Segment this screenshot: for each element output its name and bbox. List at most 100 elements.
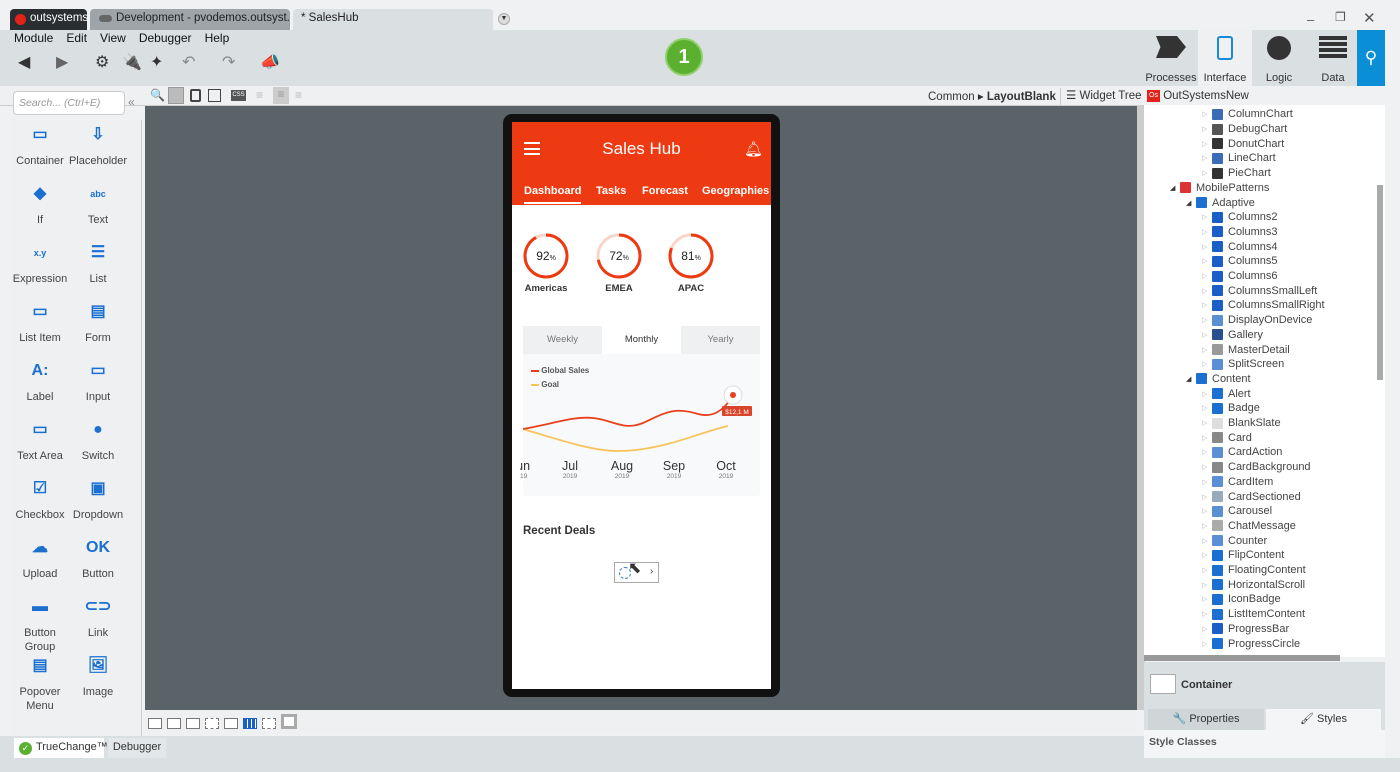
tree-node-iconbadge[interactable]: ▷ IconBadge [1202,592,1281,607]
tree-node-columnssmallleft[interactable]: ▷ ColumnsSmallLeft [1202,283,1317,298]
expand-arrow-icon[interactable]: ▷ [1202,478,1212,486]
tree-node-piechart[interactable]: ▷ PieChart [1202,166,1271,181]
expand-arrow-icon[interactable]: ▷ [1202,448,1212,456]
palette-item-image[interactable]: 🖼 Image [68,651,128,699]
zoom-icon[interactable]: 🔍 [150,88,165,102]
tree-node-counter[interactable]: ▷ Counter [1202,533,1267,548]
expand-arrow-icon[interactable]: ▷ [1202,404,1212,412]
tree-node-columnssmallright[interactable]: ▷ ColumnsSmallRight [1202,298,1325,313]
tree-root[interactable]: Os OutSystemsNew [1147,90,1249,102]
menu-view[interactable]: View [100,31,126,45]
tree-node-cardbackground[interactable]: ▷ CardBackground [1202,460,1311,475]
tree-node-columns5[interactable]: ▷ Columns5 [1202,254,1278,269]
layout-tool[interactable] [205,718,219,729]
expand-arrow-icon[interactable]: ▷ [1202,640,1212,648]
collapse-arrow-icon[interactable]: ◢ [1170,184,1180,192]
tree-node-blankslate[interactable]: ▷ BlankSlate [1202,416,1281,431]
tree-node-masterdetail[interactable]: ▷ MasterDetail [1202,342,1290,357]
expand-arrow-icon[interactable]: ▷ [1202,581,1212,589]
expand-arrow-icon[interactable]: ▷ [1202,595,1212,603]
expand-arrow-icon[interactable]: ▷ [1202,625,1212,633]
expand-arrow-icon[interactable]: ▷ [1202,213,1212,221]
expand-arrow-icon[interactable]: ▷ [1202,287,1212,295]
palette-item-button-group[interactable]: ▬ Button Group [10,592,70,654]
settings-icon[interactable]: ⚙ [95,52,109,72]
period-yearly[interactable]: Yearly [681,326,760,354]
expand-arrow-icon[interactable]: ▷ [1202,140,1212,148]
expand-arrow-icon[interactable]: ▷ [1202,243,1212,251]
palette-item-checkbox[interactable]: ☑ Checkbox [10,474,70,522]
expand-arrow-icon[interactable]: ▷ [1202,331,1212,339]
mode-logic[interactable]: Logic [1252,30,1306,86]
tree-node-columns6[interactable]: ▷ Columns6 [1202,269,1278,284]
tree-node-chatmessage[interactable]: ▷ ChatMessage [1202,519,1296,534]
layout-tool[interactable] [224,718,238,729]
expand-arrow-icon[interactable]: ▷ [1202,566,1212,574]
tree-node-donutchart[interactable]: ▷ DonutChart [1202,136,1284,151]
tab-truechange[interactable]: ✓ TrueChange™ [14,738,108,758]
tree-node-carditem[interactable]: ▷ CardItem [1202,475,1273,490]
expand-arrow-icon[interactable]: ▷ [1202,610,1212,618]
layout-tool[interactable] [262,718,276,729]
tab-forecast[interactable]: Forecast [642,185,688,197]
tree-node-splitscreen[interactable]: ▷ SplitScreen [1202,357,1284,372]
palette-item-list-item[interactable]: ▭ List Item [10,297,70,345]
css-button[interactable]: CSS [231,90,246,101]
tree-node-columnchart[interactable]: ▷ ColumnChart [1202,107,1293,122]
palette-item-container[interactable]: ▭ Container [10,120,70,168]
expand-arrow-icon[interactable]: ▷ [1202,360,1212,368]
palette-item-link[interactable]: ⊂⊃ Link [68,592,128,640]
tree-hscrollbar[interactable] [1144,655,1340,661]
palette-item-text-area[interactable]: ▭ Text Area [10,415,70,463]
search-button[interactable]: ⚲ [1357,30,1385,86]
search-input[interactable]: Search... (Ctrl+E) [13,91,125,115]
columns-tool[interactable] [243,718,257,729]
collapse-arrow-icon[interactable]: ◢ [1186,375,1196,383]
tab-styles[interactable]: 🖌 Styles [1266,709,1381,730]
mode-interface[interactable]: Interface [1198,30,1252,86]
tree-node-adaptive[interactable]: ◢ Adaptive [1186,195,1255,210]
tree-node-cardsectioned[interactable]: ▷ CardSectioned [1202,489,1301,504]
expand-arrow-icon[interactable]: ▷ [1202,390,1212,398]
tree-node-card[interactable]: ▷ Card [1202,430,1252,445]
tab-saleshub[interactable]: * SalesHub [293,9,493,30]
tree-node-progressbar[interactable]: ▷ ProgressBar [1202,622,1289,637]
expand-arrow-icon[interactable]: ▷ [1202,110,1212,118]
expand-arrow-icon[interactable]: ▷ [1202,493,1212,501]
align-right-button[interactable]: ≡ [295,88,302,102]
widget-tree-button[interactable]: ☰ Widget Tree [1060,88,1142,106]
tree-node-horizontalscroll[interactable]: ▷ HorizontalScroll [1202,577,1305,592]
tree-node-mobilepatterns[interactable]: ◢ MobilePatterns [1170,181,1269,196]
expand-arrow-icon[interactable]: ▷ [1202,346,1212,354]
expand-arrow-icon[interactable]: ▷ [1202,551,1212,559]
tree-node-columns2[interactable]: ▷ Columns2 [1202,210,1278,225]
palette-item-label[interactable]: A: Label [10,356,70,404]
tree-node-badge[interactable]: ▷ Badge [1202,401,1260,416]
tab-geographies[interactable]: Geographies [702,185,769,197]
tree-node-flipcontent[interactable]: ▷ FlipContent [1202,548,1284,563]
tree-node-content[interactable]: ◢ Content [1186,372,1251,387]
layout-tool[interactable] [281,714,297,729]
puzzle-icon[interactable]: ✦ [150,52,163,72]
period-monthly[interactable]: Monthly [602,326,681,354]
close-button[interactable]: ✕ [1363,9,1376,27]
tree-node-gallery[interactable]: ▷ Gallery [1202,328,1263,343]
megaphone-icon[interactable]: 📣 [260,52,280,72]
menu-debugger[interactable]: Debugger [139,31,192,45]
collapse-palette-button[interactable]: « [128,95,135,109]
expand-arrow-icon[interactable]: ▷ [1202,257,1212,265]
menu-help[interactable]: Help [205,31,230,45]
tabs-dropdown-button[interactable]: ▼ [498,13,510,25]
tree-node-progresscircle[interactable]: ▷ ProgressCircle [1202,636,1300,651]
layout-tool[interactable] [167,718,181,729]
tree-node-linechart[interactable]: ▷ LineChart [1202,151,1276,166]
tree-node-floatingcontent[interactable]: ▷ FloatingContent [1202,563,1306,578]
bell-icon[interactable]: 🔔︎ [744,140,763,158]
undo-icon[interactable]: ↶ [182,52,195,72]
tree-node-cardaction[interactable]: ▷ CardAction [1202,445,1282,460]
menu-edit[interactable]: Edit [66,31,87,45]
expand-arrow-icon[interactable]: ▷ [1202,434,1212,442]
palette-item-dropdown[interactable]: ▣ Dropdown [68,474,128,522]
layout-tool[interactable] [148,718,162,729]
expand-arrow-icon[interactable]: ▷ [1202,169,1212,177]
